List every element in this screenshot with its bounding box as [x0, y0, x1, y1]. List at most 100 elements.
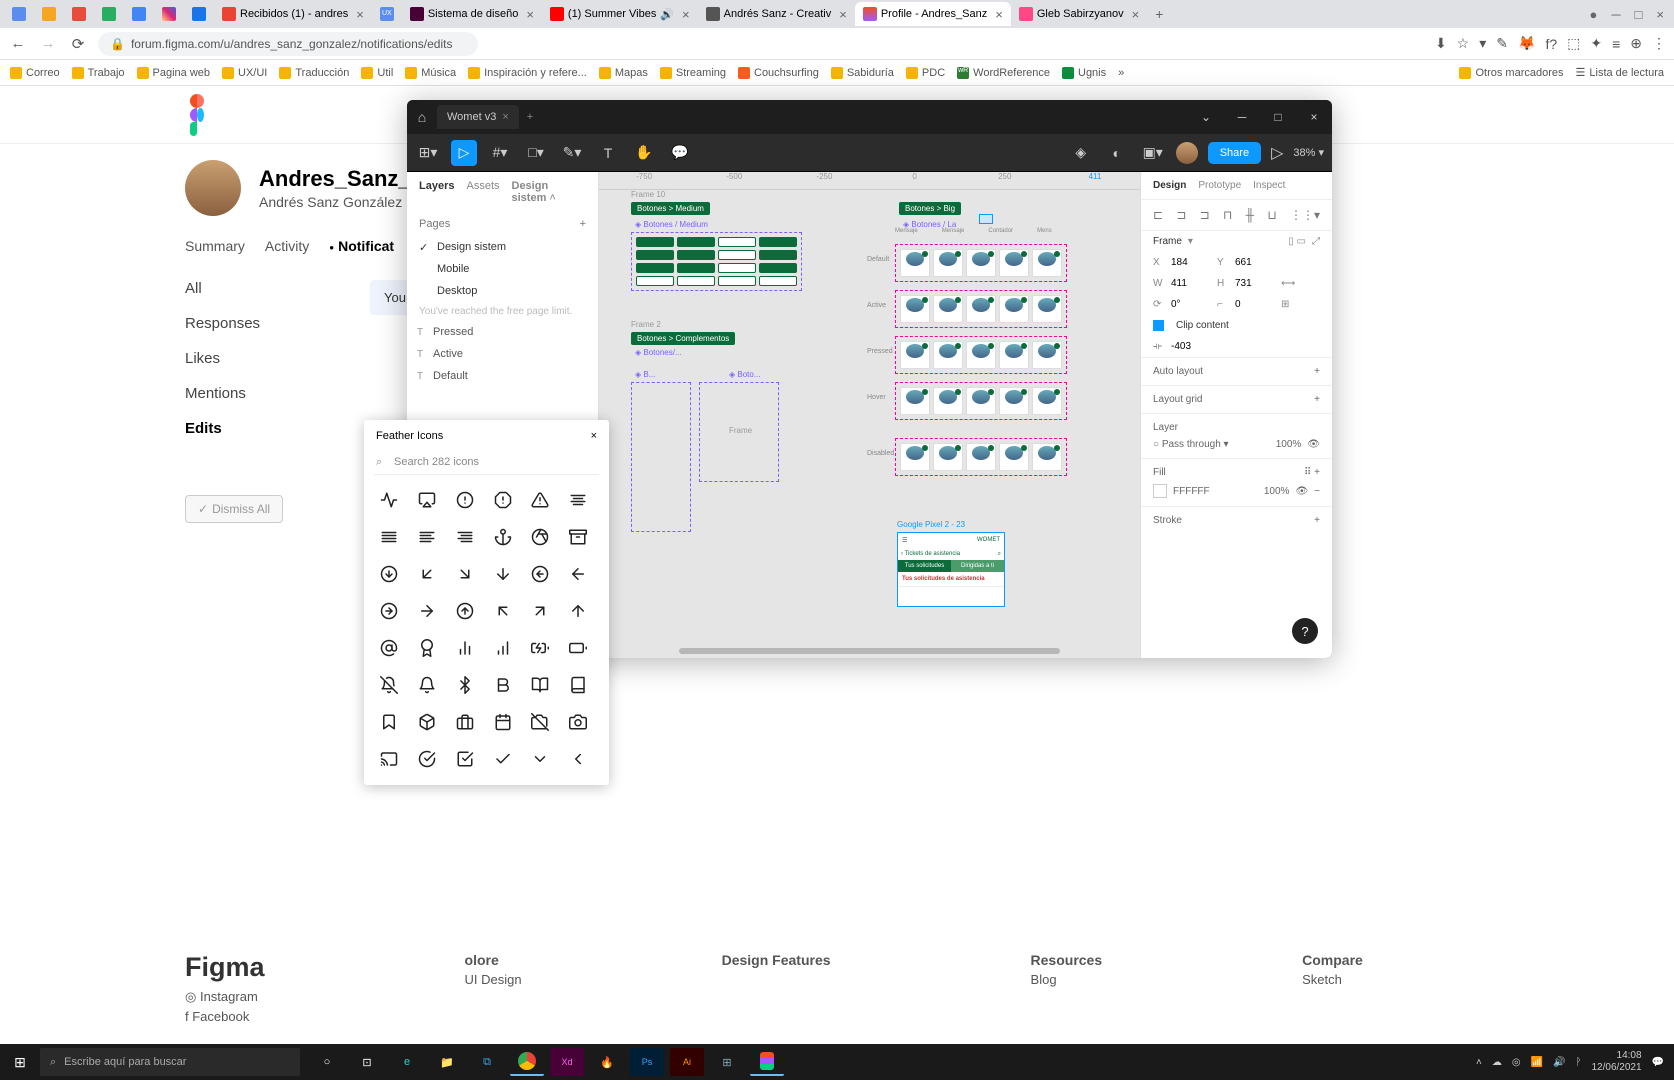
bookmarks-overflow[interactable]: » [1118, 67, 1124, 79]
add-fill-icon[interactable]: + [1314, 467, 1320, 478]
maximize-icon[interactable]: □ [1635, 7, 1643, 22]
browser-tab[interactable] [34, 2, 64, 26]
arrow-left-icon[interactable] [567, 563, 589, 585]
arrow-down-left-icon[interactable] [416, 563, 438, 585]
fill-swatch[interactable] [1153, 484, 1167, 498]
chrome-icon[interactable] [510, 1048, 544, 1076]
figma-titlebar[interactable]: ⌂ Womet v3× + ⌄ ─ □ × [407, 100, 1332, 134]
onedrive-icon[interactable]: ☁ [1492, 1057, 1502, 1068]
close-icon[interactable]: × [682, 7, 690, 22]
menu-icon[interactable]: ⋮ [1652, 35, 1666, 52]
check-icon[interactable] [492, 748, 514, 770]
url-field[interactable]: 🔒 forum.figma.com/u/andres_sanz_gonzalez… [98, 32, 478, 56]
tab-summary[interactable]: Summary [185, 238, 245, 254]
at-sign-icon[interactable] [378, 637, 400, 659]
search-input[interactable]: Search 282 icons [374, 452, 599, 475]
assets-tab[interactable]: Assets [466, 180, 499, 204]
page-selector[interactable]: Design sistem ˄ [512, 180, 587, 204]
page-mobile[interactable]: Mobile [407, 258, 598, 280]
bookmark-icon[interactable] [378, 711, 400, 733]
bookmark-item[interactable]: UX/UI [222, 67, 267, 79]
calculator-icon[interactable]: ⊞ [710, 1048, 744, 1076]
bookmark-item[interactable]: Correo [10, 67, 60, 79]
bookmark-other[interactable]: Otros marcadores [1459, 66, 1563, 79]
camera-off-icon[interactable] [529, 711, 551, 733]
bookmark-item[interactable]: Util [361, 67, 393, 79]
bookmark-item[interactable]: Streaming [660, 67, 726, 79]
arrow-up-icon[interactable] [567, 600, 589, 622]
clip-content-checkbox[interactable] [1153, 320, 1164, 331]
cast-icon[interactable] [378, 748, 400, 770]
arrow-right-circle-icon[interactable] [378, 600, 400, 622]
add-page-icon[interactable]: + [580, 218, 586, 230]
x-input[interactable] [1171, 257, 1211, 268]
close-icon[interactable]: × [526, 7, 534, 22]
bar-chart-icon[interactable] [492, 637, 514, 659]
page-desktop[interactable]: Desktop [407, 280, 598, 302]
browser-tab[interactable] [64, 2, 94, 26]
explorer-icon[interactable]: 📁 [430, 1048, 464, 1076]
canvas[interactable]: -750-500-2500250411 Frame 10 Botones > M… [599, 172, 1140, 658]
browser-tab-gmail[interactable]: Recibidos (1) - andres× [214, 2, 372, 26]
design-tab[interactable]: Design [1153, 180, 1186, 191]
prototype-tab[interactable]: Prototype [1198, 180, 1241, 191]
boolean-icon[interactable]: ▣▾ [1140, 140, 1166, 166]
bookmark-item[interactable]: Sabiduría [831, 67, 894, 79]
add-stroke-icon[interactable]: + [1314, 515, 1320, 526]
radius-input[interactable] [1235, 299, 1275, 310]
reading-list-icon[interactable]: ≡ [1612, 36, 1620, 52]
bookmark-item[interactable]: Inspiración y refere... [468, 67, 587, 79]
bookmark-item[interactable]: Ugnis [1062, 67, 1106, 79]
close-icon[interactable]: × [839, 7, 847, 22]
battery-icon[interactable] [567, 637, 589, 659]
arrow-down-circle-icon[interactable] [378, 563, 400, 585]
back-button[interactable]: ← [8, 35, 28, 52]
ext-icon[interactable]: ⊕ [1630, 35, 1642, 52]
bar-chart-2-icon[interactable] [454, 637, 476, 659]
box-icon[interactable] [416, 711, 438, 733]
arrow-left-circle-icon[interactable] [529, 563, 551, 585]
orientation-icon[interactable]: ▯ ▭ [1288, 236, 1306, 247]
figma-logo[interactable] [190, 94, 218, 136]
browser-tab[interactable]: UX [372, 2, 402, 26]
clock[interactable]: 14:0812/06/2021 [1591, 1050, 1641, 1074]
fill-opacity[interactable]: 100% [1264, 486, 1290, 497]
activity-icon[interactable] [378, 489, 400, 511]
bluetooth-icon[interactable] [454, 674, 476, 696]
chevron-down-icon[interactable]: ⌄ [1188, 110, 1224, 124]
reload-button[interactable]: ⟳ [68, 35, 88, 53]
extensions-icon[interactable]: ✦ [1590, 35, 1602, 52]
bookmark-item[interactable]: Mapas [599, 67, 648, 79]
star-icon[interactable]: ☆ [1457, 35, 1470, 52]
bookmark-reading-list[interactable]: ☰Lista de lectura [1576, 66, 1664, 79]
award-icon[interactable] [416, 637, 438, 659]
add-autolayout-icon[interactable]: + [1314, 366, 1320, 377]
browser-tab[interactable] [184, 2, 214, 26]
arrow-down-right-icon[interactable] [454, 563, 476, 585]
main-menu-icon[interactable]: ⊞▾ [415, 140, 441, 166]
chevron-left-icon[interactable] [567, 748, 589, 770]
bookmark-item[interactable]: Couchsurfing [738, 67, 819, 79]
footer-link[interactable]: UI Design [465, 972, 522, 987]
alert-circle-icon[interactable] [454, 489, 476, 511]
ext-icon[interactable]: ⬚ [1567, 35, 1580, 52]
bookmark-item[interactable]: Música [405, 67, 456, 79]
chevron-down-icon[interactable] [529, 748, 551, 770]
new-tab-icon[interactable]: + [527, 111, 533, 123]
alert-octagon-icon[interactable] [492, 489, 514, 511]
bold-icon[interactable] [492, 674, 514, 696]
hand-tool-icon[interactable]: ✋ [631, 140, 657, 166]
component-label[interactable]: ◈ B... [635, 370, 655, 379]
bookmark-item[interactable]: wRWordReference [957, 67, 1050, 79]
browser-tab[interactable] [154, 2, 184, 26]
browser-tab[interactable] [124, 2, 154, 26]
zoom-level[interactable]: 38% ▾ [1293, 146, 1324, 159]
alignment-controls[interactable]: ⊏⊐⊐⊓╫⊔⋮⋮▾ [1141, 200, 1332, 231]
figma-taskbar-icon[interactable] [750, 1048, 784, 1076]
component-label[interactable]: ◈ Botones / Medium [635, 220, 708, 229]
layer-item[interactable]: Pressed [407, 321, 598, 343]
power-icon[interactable]: ᚹ [1575, 1057, 1581, 1068]
tab-activity[interactable]: Activity [265, 238, 309, 254]
frame-label[interactable]: Frame 10 [631, 190, 665, 199]
bookmark-item[interactable]: Trabajo [72, 67, 125, 79]
